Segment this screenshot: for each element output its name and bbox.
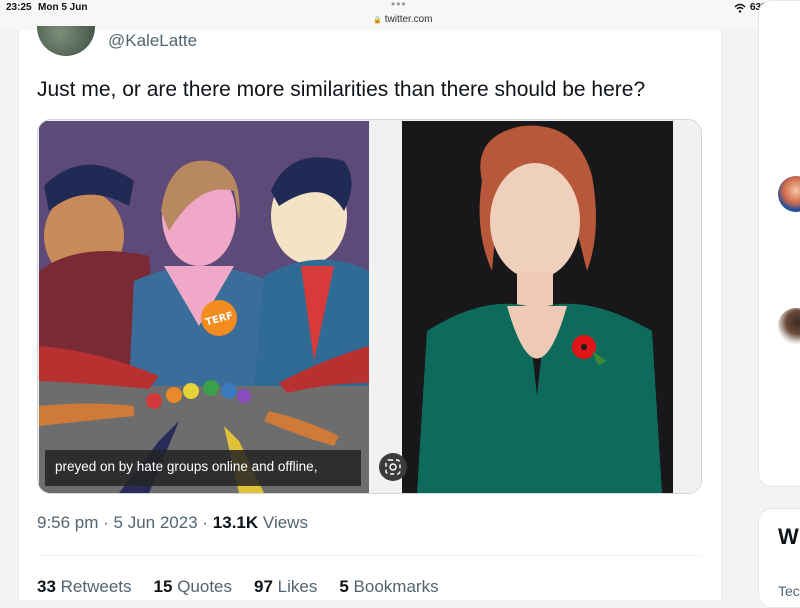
- retweets-stat[interactable]: 33 Retweets: [37, 577, 132, 597]
- status-time: 23:25: [6, 2, 32, 13]
- media-gap: [673, 120, 701, 493]
- views-count: 13.1K: [212, 513, 259, 532]
- user-handle[interactable]: @KaleLatte: [108, 31, 197, 51]
- bookmarks-stat[interactable]: 5 Bookmarks: [339, 577, 438, 597]
- quotes-stat[interactable]: 15 Quotes: [154, 577, 232, 597]
- likes-stat[interactable]: 97 Likes: [254, 577, 317, 597]
- sidebar-card: [758, 0, 800, 487]
- image-search-button[interactable]: [379, 453, 407, 481]
- avatar[interactable]: [37, 26, 95, 56]
- tweet-stats: 33 Retweets 15 Quotes 97 Likes 5 Bookmar…: [37, 577, 439, 597]
- tweet-time[interactable]: 9:56 pm: [37, 513, 98, 532]
- divider: [37, 555, 702, 556]
- tweet-media[interactable]: TERF preyed on by hate groups online and…: [37, 119, 702, 494]
- visual-search-icon: [385, 459, 401, 475]
- address-bar[interactable]: 🔒 twitter.com: [373, 14, 433, 25]
- media-image-cartoon[interactable]: TERF: [39, 121, 369, 493]
- sidebar-text[interactable]: Tec: [778, 583, 800, 599]
- media-image-portrait[interactable]: [402, 121, 673, 493]
- wifi-icon: [734, 3, 746, 13]
- tweet-date[interactable]: 5 Jun 2023: [114, 513, 198, 532]
- sidebar-heading: W: [778, 524, 799, 549]
- status-date: Mon 5 Jun: [38, 2, 88, 13]
- status-bar: 23:25 Mon 5 Jun ••• 🔒twitter.com 63%: [0, 0, 800, 30]
- tweet-text: Just me, or are there more similarities …: [37, 78, 646, 101]
- lock-icon: 🔒: [373, 17, 382, 24]
- tweet-meta: 9:56 pm · 5 Jun 2023 · 13.1K Views: [37, 513, 308, 532]
- browser-menu-dots-icon[interactable]: •••: [391, 0, 407, 11]
- video-caption: preyed on by hate groups online and offl…: [45, 450, 361, 486]
- url-text: twitter.com: [384, 14, 433, 25]
- views-label: Views: [262, 513, 308, 532]
